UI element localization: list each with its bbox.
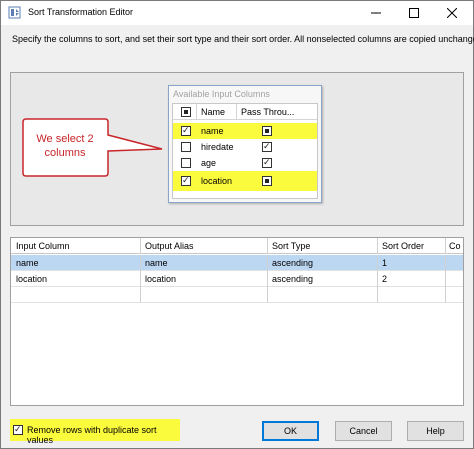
header-sort-order: Sort Order bbox=[382, 241, 425, 251]
column-checkbox[interactable] bbox=[181, 142, 191, 152]
help-button[interactable]: Help bbox=[407, 421, 464, 441]
cell-output-alias[interactable]: name bbox=[145, 258, 168, 268]
select-all-checkbox[interactable] bbox=[181, 107, 191, 117]
columns-header-row: Name Pass Throu... bbox=[173, 104, 317, 120]
table-row[interactable]: name name ascending 1 bbox=[11, 255, 463, 271]
close-button[interactable] bbox=[433, 1, 471, 25]
remove-duplicates-checkbox[interactable]: ✓ bbox=[13, 424, 23, 435]
available-columns-grid: Name Pass Throu... ✓ name hiredate ✓ age… bbox=[172, 103, 318, 199]
available-input-columns-title: Available Input Columns bbox=[173, 89, 270, 99]
maximize-icon bbox=[409, 8, 419, 18]
remove-duplicates-option[interactable]: ✓ Remove rows with duplicate sort values bbox=[10, 419, 180, 445]
cell-input-column[interactable]: location bbox=[16, 274, 47, 284]
sort-grid-header: Input Column Output Alias Sort Type Sort… bbox=[11, 238, 463, 254]
cell-sort-order[interactable]: 1 bbox=[382, 258, 387, 268]
column-row-age[interactable]: age ✓ bbox=[173, 155, 317, 171]
column-checkbox[interactable]: ✓ bbox=[181, 175, 191, 186]
column-row-hiredate[interactable]: hiredate ✓ bbox=[173, 139, 317, 155]
close-icon bbox=[447, 8, 457, 18]
sort-columns-grid: Input Column Output Alias Sort Type Sort… bbox=[10, 237, 464, 406]
ok-button[interactable]: OK bbox=[262, 421, 319, 441]
pass-through-checkbox[interactable]: ✓ bbox=[262, 141, 272, 152]
minimize-icon bbox=[371, 12, 381, 14]
pass-through-checkbox[interactable] bbox=[262, 126, 272, 136]
header-sort-type: Sort Type bbox=[272, 241, 311, 251]
column-checkbox[interactable]: ✓ bbox=[181, 125, 191, 136]
column-name: hiredate bbox=[201, 142, 234, 152]
table-row[interactable]: location location ascending 2 bbox=[11, 271, 463, 287]
column-row-name[interactable]: ✓ name bbox=[173, 123, 317, 139]
cell-input-column[interactable]: name bbox=[16, 258, 39, 268]
pass-through-checkbox[interactable] bbox=[262, 176, 272, 186]
callout-text: We select 2 columns bbox=[25, 132, 105, 160]
empty-row[interactable] bbox=[11, 287, 463, 303]
header-output-alias: Output Alias bbox=[145, 241, 194, 251]
window-title: Sort Transformation Editor bbox=[28, 7, 134, 17]
cancel-button[interactable]: Cancel bbox=[335, 421, 392, 441]
cell-output-alias[interactable]: location bbox=[145, 274, 176, 284]
callout-line-2: columns bbox=[44, 147, 86, 159]
cell-sort-type[interactable]: ascending bbox=[272, 274, 313, 284]
column-name: location bbox=[201, 176, 233, 186]
minimize-button[interactable] bbox=[357, 1, 395, 25]
header-pass-through: Pass Throu... bbox=[241, 107, 295, 117]
remove-duplicates-label: Remove rows with duplicate sort values bbox=[27, 425, 157, 445]
column-checkbox[interactable] bbox=[181, 158, 191, 168]
sort-transformation-icon bbox=[8, 6, 21, 19]
callout-line-1: We select 2 bbox=[36, 133, 94, 145]
sort-transformation-editor-window: Sort Transformation Editor Specify the c… bbox=[0, 0, 474, 449]
header-input-column: Input Column bbox=[16, 241, 70, 251]
column-name: age bbox=[201, 158, 217, 168]
maximize-button[interactable] bbox=[395, 1, 433, 25]
header-name: Name bbox=[201, 107, 226, 117]
cell-sort-order[interactable]: 2 bbox=[382, 274, 387, 284]
cell-sort-type[interactable]: ascending bbox=[272, 258, 313, 268]
column-row-location[interactable]: ✓ location bbox=[173, 171, 317, 191]
pass-through-checkbox[interactable]: ✓ bbox=[262, 157, 272, 168]
title-bar: Sort Transformation Editor bbox=[1, 1, 473, 25]
column-name: name bbox=[201, 126, 224, 136]
header-comparison-flags: Co bbox=[449, 241, 461, 251]
description-text: Specify the columns to sort, and set the… bbox=[12, 34, 474, 44]
available-input-columns-panel: Available Input Columns Name Pass Throu.… bbox=[168, 85, 322, 203]
